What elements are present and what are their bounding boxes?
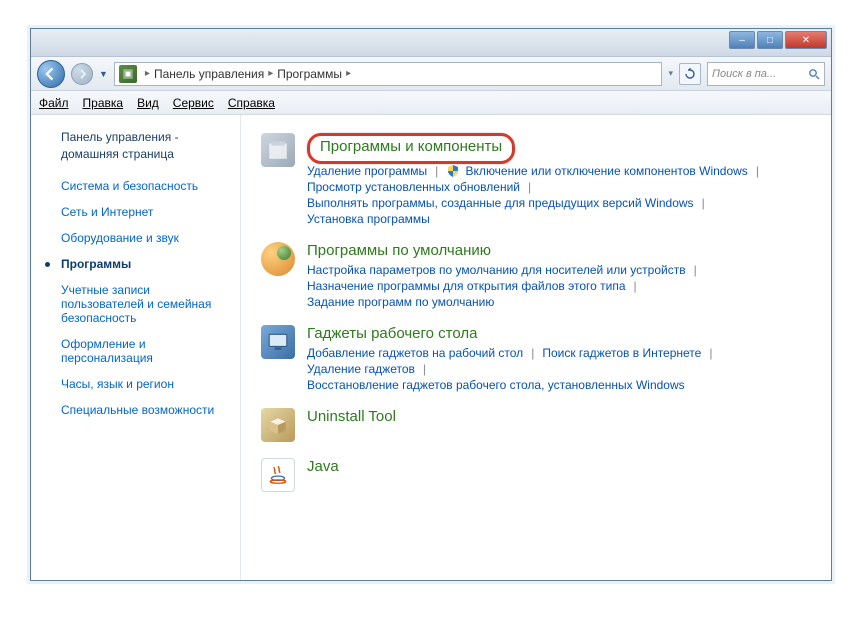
close-button[interactable]: ✕ [785, 31, 827, 49]
breadcrumb-current[interactable]: Программы [277, 67, 342, 81]
dropdown-icon[interactable]: ▾ [668, 68, 673, 79]
sidebar-home[interactable]: Панель управления - домашняя страница [31, 129, 240, 173]
arrow-left-icon [44, 67, 58, 81]
separator: | [528, 180, 531, 194]
menu-view[interactable]: Вид [137, 96, 159, 110]
link-row: Настройка параметров по умолчанию для но… [307, 263, 811, 309]
breadcrumb-root[interactable]: Панель управления [154, 67, 264, 81]
sidebar: Панель управления - домашняя страница Си… [31, 115, 241, 580]
link-windows-features[interactable]: Включение или отключение компонентов Win… [466, 164, 748, 178]
minimize-button[interactable]: – [729, 31, 755, 49]
default-programs-icon [261, 242, 295, 276]
gadgets-icon [261, 325, 295, 359]
coffee-icon [267, 464, 289, 486]
link-row: Добавление гаджетов на рабочий стол | По… [307, 346, 811, 392]
category-title-programs[interactable]: Программы и компоненты [320, 138, 502, 155]
minimize-icon: – [739, 35, 745, 46]
search-input[interactable]: Поиск в па... [707, 62, 825, 86]
link-view-updates[interactable]: Просмотр установленных обновлений [307, 180, 520, 194]
link-restore-gadgets[interactable]: Восстановление гаджетов рабочего стола, … [307, 378, 685, 392]
link-set-defaults[interactable]: Задание программ по умолчанию [307, 295, 494, 309]
window-body: Панель управления - домашняя страница Си… [31, 115, 831, 580]
maximize-icon: □ [767, 35, 773, 46]
link-install[interactable]: Установка программы [307, 212, 430, 226]
sidebar-item-accessibility[interactable]: Специальные возможности [31, 397, 240, 423]
menu-edit[interactable]: Правка [83, 96, 124, 110]
control-panel-icon [119, 65, 137, 83]
chevron-right-icon: ▸ [145, 68, 150, 79]
link-compat[interactable]: Выполнять программы, созданные для преды… [307, 196, 694, 210]
link-add-gadgets[interactable]: Добавление гаджетов на рабочий стол [307, 346, 523, 360]
sidebar-item-appearance[interactable]: Оформление и персонализация [31, 331, 240, 371]
highlight-oval: Программы и компоненты [307, 133, 515, 164]
address-bar[interactable]: ▸ Панель управления ▸ Программы ▸ [114, 62, 663, 86]
close-icon: ✕ [802, 35, 810, 46]
link-find-gadgets[interactable]: Поиск гаджетов в Интернете [542, 346, 701, 360]
sidebar-item-programs[interactable]: Программы [31, 251, 240, 277]
sidebar-item-network[interactable]: Сеть и Интернет [31, 199, 240, 225]
window-controls: – □ ✕ [729, 31, 827, 49]
uninstall-tool-icon [261, 408, 295, 442]
category-body: Uninstall Tool [307, 408, 811, 442]
category-body: Программы и компоненты Удаление программ… [307, 133, 811, 226]
link-uninstall[interactable]: Удаление программы [307, 164, 427, 178]
category-programs-features: Программы и компоненты Удаление программ… [261, 133, 811, 226]
separator: | [435, 164, 438, 178]
category-body: Java [307, 458, 811, 492]
refresh-button[interactable] [679, 63, 701, 85]
link-autoplay[interactable]: Настройка параметров по умолчанию для но… [307, 263, 686, 277]
category-uninstall-tool: Uninstall Tool [261, 408, 811, 442]
search-placeholder: Поиск в па... [712, 68, 808, 80]
category-title-java[interactable]: Java [307, 458, 339, 475]
panel-icon [122, 68, 134, 80]
chevron-right-icon: ▸ [346, 68, 351, 79]
back-button[interactable] [37, 60, 65, 88]
separator: | [702, 196, 705, 210]
monitor-icon [267, 331, 289, 353]
sidebar-item-hardware[interactable]: Оборудование и звук [31, 225, 240, 251]
sidebar-item-users[interactable]: Учетные записи пользователей и семейная … [31, 277, 240, 331]
link-features-wrapper: Включение или отключение компонентов Win… [446, 164, 748, 178]
navigation-bar: ▼ ▸ Панель управления ▸ Программы ▸ ▾ По… [31, 57, 831, 91]
menu-tools[interactable]: Сервис [173, 96, 214, 110]
category-body: Гаджеты рабочего стола Добавление гаджет… [307, 325, 811, 392]
titlebar: – □ ✕ [31, 29, 831, 57]
category-default-programs: Программы по умолчанию Настройка парамет… [261, 242, 811, 309]
search-icon [808, 68, 820, 80]
maximize-button[interactable]: □ [757, 31, 783, 49]
programs-features-icon [261, 133, 295, 167]
sidebar-item-system[interactable]: Система и безопасность [31, 173, 240, 199]
category-java: Java [261, 458, 811, 492]
menu-bar: Файл Правка Вид Сервис Справка [31, 91, 831, 115]
category-title-gadgets[interactable]: Гаджеты рабочего стола [307, 325, 477, 342]
link-row: Удаление программы | Включение или отклю… [307, 164, 811, 226]
arrow-right-icon [77, 69, 87, 79]
menu-help[interactable]: Справка [228, 96, 275, 110]
control-panel-window: – □ ✕ ▼ ▸ Панель управления ▸ Программы … [30, 28, 832, 581]
link-remove-gadgets[interactable]: Удаление гаджетов [307, 362, 415, 376]
content-area: Программы и компоненты Удаление программ… [241, 115, 831, 580]
category-body: Программы по умолчанию Настройка парамет… [307, 242, 811, 309]
category-title-uninstall[interactable]: Uninstall Tool [307, 408, 396, 425]
separator: | [634, 279, 637, 293]
category-title-default[interactable]: Программы по умолчанию [307, 242, 491, 259]
sidebar-item-clock[interactable]: Часы, язык и регион [31, 371, 240, 397]
link-file-assoc[interactable]: Назначение программы для открытия файлов… [307, 279, 626, 293]
category-gadgets: Гаджеты рабочего стола Добавление гаджет… [261, 325, 811, 392]
separator: | [531, 346, 534, 360]
chevron-right-icon: ▸ [268, 68, 273, 79]
refresh-icon [684, 68, 696, 80]
separator: | [709, 346, 712, 360]
separator: | [423, 362, 426, 376]
dropdown-icon[interactable]: ▼ [99, 69, 108, 79]
separator: | [694, 263, 697, 277]
separator: | [756, 164, 759, 178]
forward-button[interactable] [71, 63, 93, 85]
shield-icon [446, 164, 460, 178]
box-icon [267, 139, 289, 161]
menu-file[interactable]: Файл [39, 96, 69, 110]
box-open-icon [267, 414, 289, 436]
java-icon [261, 458, 295, 492]
